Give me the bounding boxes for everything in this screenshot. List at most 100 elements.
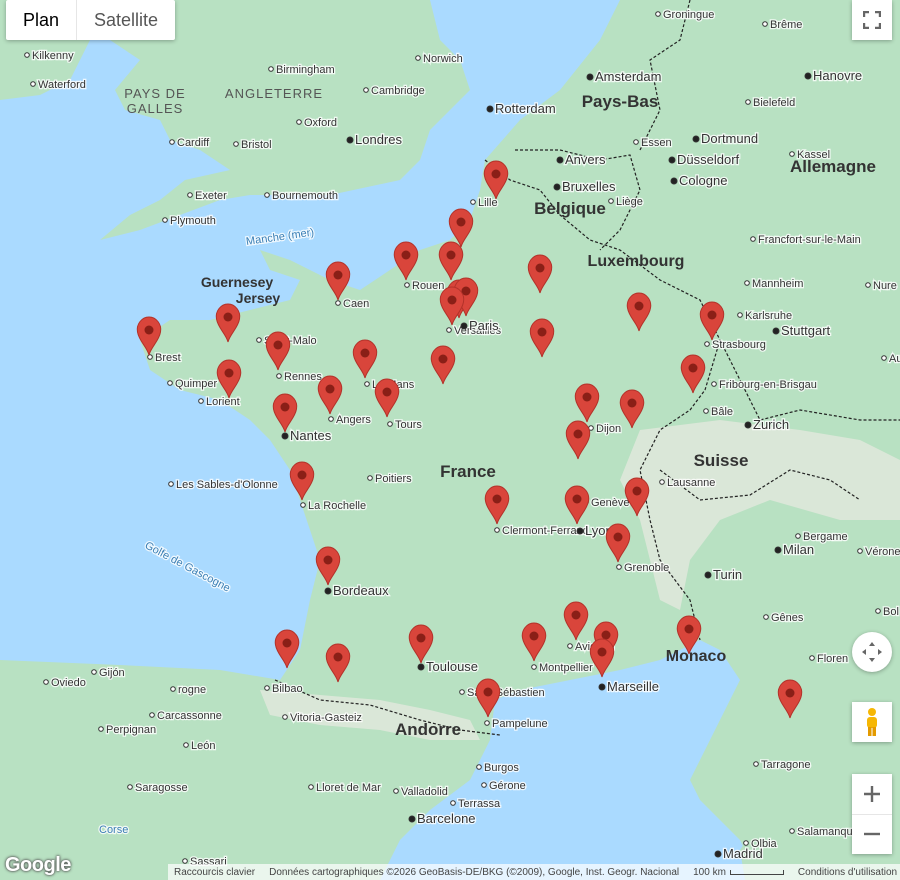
label-guernesey: Guernesey — [201, 274, 274, 290]
city-dot — [753, 761, 759, 767]
city-label: Gérone — [489, 780, 526, 792]
city-label: Valladolid — [401, 786, 448, 798]
city-label: Milan — [783, 542, 814, 557]
zoom-control[interactable] — [852, 774, 892, 854]
city-label: Brême — [770, 19, 802, 31]
city-label: Vérone — [865, 546, 900, 558]
city-dot — [494, 527, 500, 533]
city-label: Hanovre — [813, 68, 862, 83]
pegman-icon — [867, 708, 877, 736]
city-dot — [789, 828, 795, 834]
scale-line — [729, 869, 784, 875]
city-label: Cologne — [679, 173, 727, 188]
city-label: Nantes — [290, 428, 332, 443]
fullscreen-button[interactable] — [852, 0, 892, 40]
city-dot — [182, 858, 188, 864]
city-dot — [281, 432, 289, 440]
city-dot — [147, 354, 153, 360]
city-label: Bol — [883, 606, 899, 618]
city-dot — [30, 81, 36, 87]
city-label: Perpignan — [106, 724, 156, 736]
map-type-plan-button[interactable]: Plan — [6, 0, 78, 40]
city-dot — [809, 655, 815, 661]
label-pays-de-galles: PAYS DE GALLES — [124, 86, 185, 116]
city-label: Clermont-Ferrand — [502, 525, 589, 537]
city-label: Kilkenny — [32, 50, 74, 62]
camera-control-button[interactable] — [852, 632, 892, 672]
city-label: Liège — [616, 196, 643, 208]
city-label: Lausanne — [667, 477, 715, 489]
city-dot — [598, 683, 606, 691]
map-type-satellite-button[interactable]: Satellite — [77, 0, 175, 40]
city-dot — [268, 66, 274, 72]
city-dot — [745, 99, 751, 105]
city-label: rogne — [178, 684, 206, 696]
city-label: Anvers — [565, 152, 606, 167]
city-dot — [367, 475, 373, 481]
city-dot — [187, 192, 193, 198]
city-dot — [169, 139, 175, 145]
city-dot — [91, 669, 97, 675]
city-dot — [774, 546, 782, 554]
map-type-control[interactable]: Plan Satellite — [6, 0, 176, 40]
street-view-pegman-button[interactable] — [852, 702, 892, 742]
city-label: Oviedo — [51, 677, 86, 689]
city-dot — [24, 52, 30, 58]
city-dot — [586, 73, 594, 81]
city-dot — [608, 198, 614, 204]
label-monaco: Monaco — [666, 648, 727, 665]
city-label: Bournemouth — [272, 190, 338, 202]
city-dot — [300, 502, 306, 508]
city-label: Augsbo — [889, 353, 900, 365]
city-dot — [616, 564, 622, 570]
map-canvas[interactable]: PAYS DE GALLES ANGLETERRE Pays-Bas Belgiq… — [0, 0, 900, 880]
city-dot — [256, 337, 262, 343]
zoom-out-button[interactable] — [852, 815, 892, 855]
city-dot — [655, 11, 661, 17]
city-label: Carcassonne — [157, 710, 222, 722]
city-dot — [470, 199, 476, 205]
city-label: Bordeaux — [333, 583, 389, 598]
keyboard-shortcuts-link[interactable]: Raccourcis clavier — [174, 867, 255, 878]
city-dot — [404, 282, 410, 288]
city-label: Exeter — [195, 190, 227, 202]
city-dot — [324, 587, 332, 595]
city-label: Rotterdam — [495, 101, 556, 116]
terms-link[interactable]: Conditions d'utilisation — [798, 867, 897, 878]
city-dot — [750, 236, 756, 242]
city-dot — [276, 373, 282, 379]
city-dot — [43, 679, 49, 685]
city-dot — [567, 643, 573, 649]
city-label: Gijón — [99, 667, 125, 679]
city-label: Tarragone — [761, 759, 811, 771]
label-luxembourg: Luxembourg — [588, 253, 685, 270]
city-label: Norwich — [423, 53, 463, 65]
fullscreen-icon — [863, 11, 881, 29]
city-label: Oxford — [304, 117, 337, 129]
label-andorre: Andorre — [395, 720, 461, 739]
city-dot — [282, 714, 288, 720]
city-dot — [335, 300, 341, 306]
city-dot — [98, 726, 104, 732]
city-dot — [857, 548, 863, 554]
city-label: Dijon — [596, 423, 621, 435]
city-label: Francfort-sur-le-Main — [758, 234, 861, 246]
city-label: Stuttgart — [781, 323, 831, 338]
city-label: León — [191, 740, 215, 752]
city-dot — [704, 571, 712, 579]
city-dot — [363, 87, 369, 93]
zoom-in-button[interactable] — [852, 774, 892, 815]
city-label: Brest — [155, 352, 181, 364]
city-label: Bristol — [241, 139, 272, 151]
city-label: Birmingham — [276, 64, 335, 76]
city-label: Strasbourg — [712, 339, 766, 351]
city-dot — [168, 481, 174, 487]
city-dot — [296, 119, 302, 125]
city-dot — [704, 341, 710, 347]
city-label: Poitiers — [375, 473, 412, 485]
city-dot — [459, 689, 465, 695]
city-dot — [881, 355, 887, 361]
city-dot — [346, 136, 354, 144]
city-label: Mannheim — [752, 278, 803, 290]
label-jersey: Jersey — [236, 290, 281, 306]
